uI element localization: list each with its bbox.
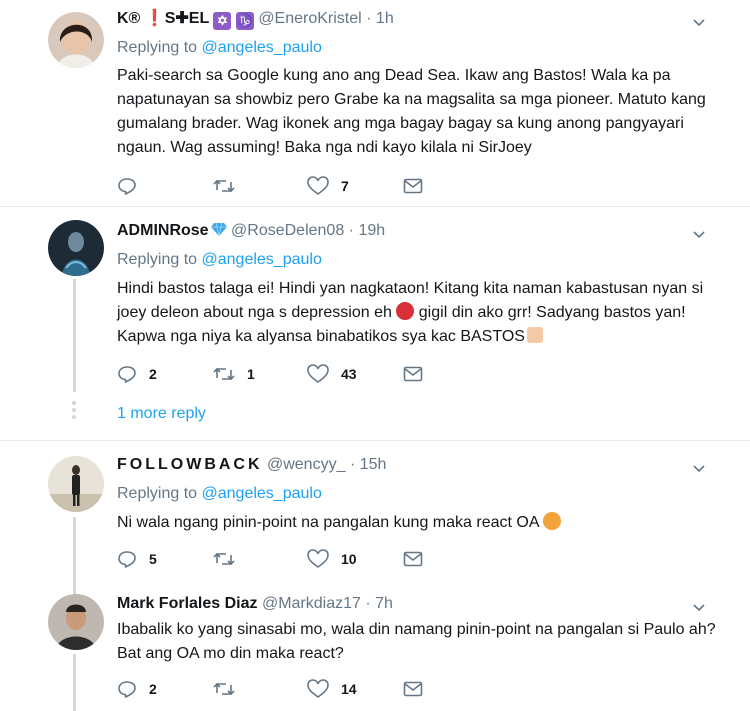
direct-message-button[interactable] xyxy=(403,678,423,700)
tweet-text: Ibabalik ko yang sinasabi mo, wala din n… xyxy=(117,621,716,662)
thread-line xyxy=(73,586,76,594)
reply-button[interactable]: 5 xyxy=(117,548,157,570)
timestamp[interactable]: · 15h xyxy=(350,456,386,473)
more-replies-link[interactable]: 1 more reply xyxy=(117,405,206,423)
tweet-header: ADMINRose @RoseDelen08 · 19h xyxy=(117,221,385,241)
message-icon xyxy=(403,551,423,567)
avatar[interactable] xyxy=(48,220,104,276)
tweet-actions: 2 14 xyxy=(117,678,437,700)
reply-button[interactable]: 2 xyxy=(117,678,157,700)
timestamp[interactable]: · 7h xyxy=(365,595,393,612)
reply-icon xyxy=(118,551,136,568)
retweet-icon xyxy=(213,179,235,193)
reply-icon xyxy=(118,178,136,195)
reply-count: 2 xyxy=(149,366,157,382)
tweet-actions: 2 1 43 xyxy=(117,363,437,385)
tweet-text: Hindi bastos talaga ei! Hindi yan nagkat… xyxy=(117,280,704,345)
retweet-button[interactable] xyxy=(213,678,247,700)
user-handle[interactable]: @Markdiaz17 xyxy=(262,595,361,612)
direct-message-button[interactable] xyxy=(403,363,423,385)
message-icon xyxy=(403,178,423,194)
like-button[interactable]: 10 xyxy=(307,548,357,570)
exclamation-icon: ❗ xyxy=(144,10,165,27)
tweet-actions: 5 10 xyxy=(117,548,437,570)
mention-link[interactable]: @angeles_paulo xyxy=(202,251,322,268)
like-button[interactable]: 14 xyxy=(307,678,357,700)
capricorn-icon: ♑ xyxy=(235,12,254,30)
retweet-button[interactable] xyxy=(213,175,247,197)
thread-line xyxy=(73,517,76,587)
reply-count: 2 xyxy=(149,681,157,697)
retweet-count: 1 xyxy=(247,366,255,382)
replying-to: Replying to @angeles_paulo xyxy=(117,485,322,502)
display-name[interactable]: ADMINRose xyxy=(117,222,209,239)
chevron-down-icon[interactable] xyxy=(692,461,706,475)
tweet-3[interactable]: FOLLOWBACK @wencyy_ · 15h Replying to @a… xyxy=(0,441,750,587)
retweet-button[interactable]: 1 xyxy=(213,363,255,385)
reply-icon xyxy=(118,681,136,698)
reply-count: 5 xyxy=(149,551,157,567)
message-icon xyxy=(403,366,423,382)
like-count: 10 xyxy=(341,551,357,567)
cross-icon: ✚ xyxy=(175,10,189,27)
like-icon xyxy=(307,549,329,568)
thread-dots xyxy=(72,401,76,422)
angry-face-icon xyxy=(543,512,562,530)
like-button[interactable]: 7 xyxy=(307,175,349,197)
like-count: 43 xyxy=(341,366,357,382)
avatar[interactable] xyxy=(48,456,104,512)
display-name[interactable]: K® ❗S✚EL ✡ ♑ xyxy=(117,10,258,30)
like-icon xyxy=(307,364,329,383)
reply-button[interactable]: 2 xyxy=(117,363,157,385)
tweet-header: K® ❗S✚EL ✡ ♑ @EneroKristel · 1h xyxy=(117,9,394,30)
retweet-icon xyxy=(213,367,235,381)
timestamp[interactable]: · 19h xyxy=(349,222,385,239)
like-count: 14 xyxy=(341,681,357,697)
replying-to: Replying to @angeles_paulo xyxy=(117,39,322,56)
user-handle[interactable]: @RoseDelen08 xyxy=(231,222,344,239)
user-handle[interactable]: @wencyy_ xyxy=(267,456,346,473)
replying-to: Replying to @angeles_paulo xyxy=(117,251,322,268)
angry-face-icon xyxy=(396,302,415,320)
retweet-icon xyxy=(213,682,235,696)
like-icon xyxy=(307,176,329,195)
direct-message-button[interactable] xyxy=(403,175,423,197)
chevron-down-icon[interactable] xyxy=(692,227,706,241)
like-count: 7 xyxy=(341,178,349,194)
tweet-4[interactable]: Mark Forlales Diaz @Markdiaz17 · 7h Ibab… xyxy=(0,586,750,711)
reply-button[interactable] xyxy=(117,175,149,197)
tweet-actions: 7 xyxy=(117,175,437,197)
tweet-text: Paki-search sa Google kung ano ang Dead … xyxy=(117,67,706,156)
tweet-2[interactable]: ADMINRose @RoseDelen08 · 19h Replying to… xyxy=(0,207,750,440)
chevron-down-icon[interactable] xyxy=(692,600,706,614)
user-handle[interactable]: @EneroKristel xyxy=(258,10,361,27)
display-name[interactable]: FOLLOWBACK xyxy=(117,456,263,473)
tweet-header: FOLLOWBACK @wencyy_ · 15h xyxy=(117,455,386,475)
mention-link[interactable]: @angeles_paulo xyxy=(202,485,322,502)
mention-link[interactable]: @angeles_paulo xyxy=(202,39,322,56)
timestamp[interactable]: · 1h xyxy=(366,10,394,27)
thread-line xyxy=(73,279,76,392)
tweet-1[interactable]: K® ❗S✚EL ✡ ♑ @EneroKristel · 1h Replying… xyxy=(0,0,750,206)
retweet-button[interactable] xyxy=(213,548,247,570)
message-icon xyxy=(403,681,423,697)
chevron-down-icon[interactable] xyxy=(692,15,706,29)
tweet-header: Mark Forlales Diaz @Markdiaz17 · 7h xyxy=(117,594,393,614)
avatar[interactable] xyxy=(48,594,104,650)
fist-icon xyxy=(526,327,543,343)
tweet-text: Ni wala ngang pinin-point na pangalan ku… xyxy=(117,511,717,535)
verified-diamond-icon xyxy=(210,222,227,237)
retweet-icon xyxy=(213,552,235,566)
like-icon xyxy=(307,679,329,698)
thread-line xyxy=(73,654,76,711)
display-name[interactable]: Mark Forlales Diaz xyxy=(117,595,258,612)
avatar[interactable] xyxy=(48,12,104,68)
star-of-david-icon: ✡ xyxy=(213,12,232,30)
like-button[interactable]: 43 xyxy=(307,363,357,385)
direct-message-button[interactable] xyxy=(403,548,423,570)
reply-icon xyxy=(118,366,136,383)
